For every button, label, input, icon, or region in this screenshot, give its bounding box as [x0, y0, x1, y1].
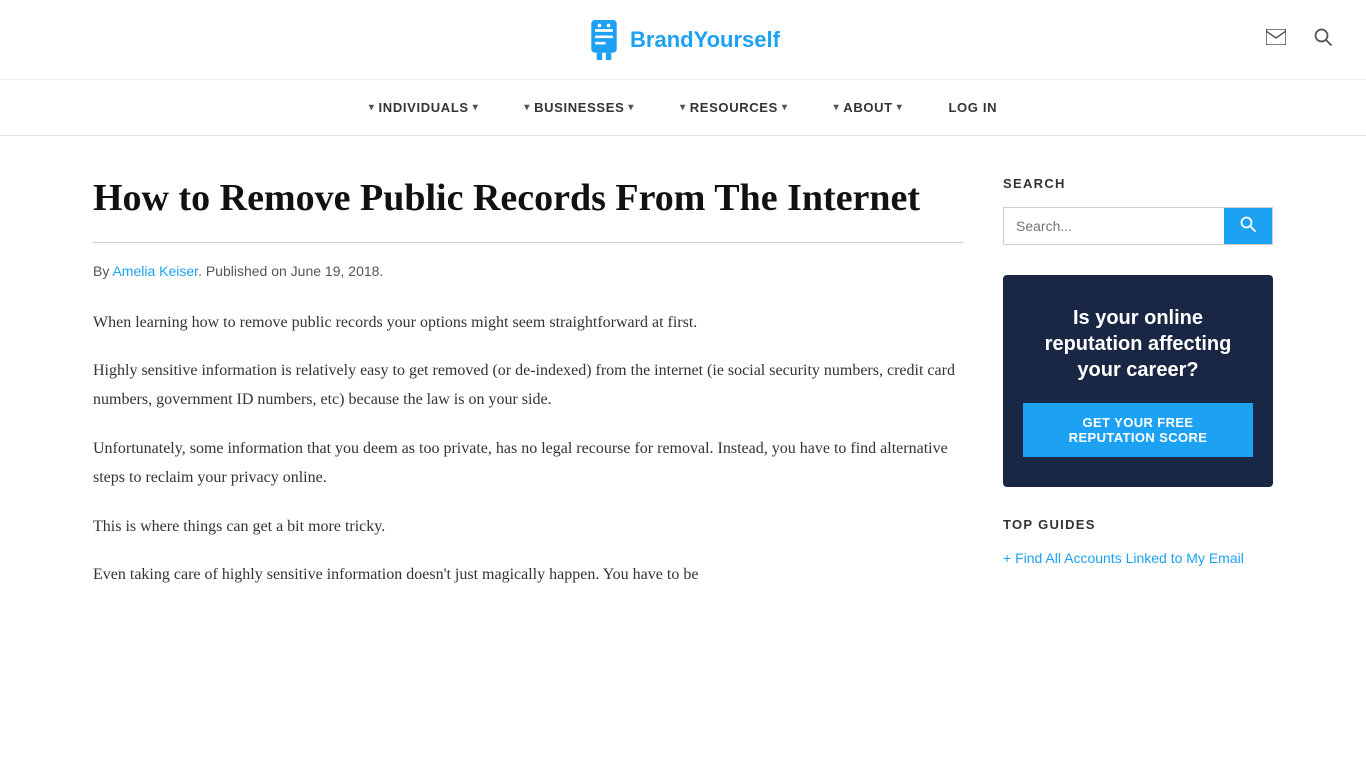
chevron-right-icon-2: ▾: [628, 102, 634, 113]
header-icons: [1262, 24, 1336, 55]
nav-item-resources[interactable]: ▾ RESOURCES ▾: [662, 92, 806, 123]
search-button-icon: [1240, 216, 1256, 232]
chevron-icon-2: ▾: [524, 102, 530, 113]
ad-banner-text: Is your online reputation affecting your…: [1023, 305, 1253, 383]
article-divider: [93, 242, 963, 243]
paragraph-4: This is where things can get a bit more …: [93, 513, 963, 542]
chevron-icon: ▾: [369, 102, 375, 113]
paragraph-3: Unfortunately, some information that you…: [93, 435, 963, 493]
nav-item-businesses[interactable]: ▾ BUSINESSES ▾: [506, 92, 652, 123]
paragraph-2: Highly sensitive information is relative…: [93, 357, 963, 415]
ad-banner: Is your online reputation affecting your…: [1003, 275, 1273, 487]
chevron-icon-4: ▾: [834, 102, 840, 113]
page-wrapper: How to Remove Public Records From The In…: [33, 136, 1333, 650]
nav-label-businesses: BUSINESSES: [534, 100, 624, 115]
paragraph-1: When learning how to remove public recor…: [93, 309, 963, 338]
nav-item-login[interactable]: LOG IN: [930, 92, 1015, 123]
article-body: When learning how to remove public recor…: [93, 309, 963, 591]
nav-label-individuals: INDIVIDUALS: [379, 100, 469, 115]
search-box: [1003, 207, 1273, 245]
logo-text: BrandYourself: [630, 27, 780, 53]
meta-by: By: [93, 263, 112, 279]
nav-label-login: LOG IN: [948, 100, 997, 115]
chevron-icon-3: ▾: [680, 102, 686, 113]
top-guides-link-1[interactable]: Find All Accounts Linked to My Email: [1003, 548, 1273, 569]
main-nav: ▾ INDIVIDUALS ▾ ▾ BUSINESSES ▾ ▾ RESOURC…: [0, 80, 1366, 136]
article-title: How to Remove Public Records From The In…: [93, 176, 963, 222]
logo-link[interactable]: BrandYourself: [586, 20, 780, 60]
search-icon-button[interactable]: [1310, 24, 1336, 55]
search-input[interactable]: [1004, 208, 1224, 244]
search-section-title: SEARCH: [1003, 176, 1273, 191]
ad-banner-button[interactable]: GET YOUR FREE REPUTATION SCORE: [1023, 403, 1253, 457]
author-link[interactable]: Amelia Keiser: [112, 263, 198, 279]
chevron-right-icon-3: ▾: [782, 102, 788, 113]
email-icon-button[interactable]: [1262, 25, 1290, 54]
nav-item-individuals[interactable]: ▾ INDIVIDUALS ▾: [351, 92, 497, 123]
sidebar: SEARCH Is your online reputation affecti…: [1003, 176, 1273, 610]
nav-label-about: ABOUT: [843, 100, 892, 115]
search-button[interactable]: [1224, 208, 1272, 244]
paragraph-5: Even taking care of highly sensitive inf…: [93, 561, 963, 590]
main-content: How to Remove Public Records From The In…: [93, 176, 963, 610]
site-header: BrandYourself: [0, 0, 1366, 80]
article-meta: By Amelia Keiser. Published on June 19, …: [93, 263, 963, 279]
meta-suffix: . Published on June 19, 2018.: [198, 263, 383, 279]
chevron-right-icon-4: ▾: [897, 102, 903, 113]
nav-item-about[interactable]: ▾ ABOUT ▾: [816, 92, 921, 123]
chevron-right-icon: ▾: [473, 102, 479, 113]
top-guides-title: TOP GUIDES: [1003, 517, 1273, 532]
logo-icon: [586, 20, 622, 60]
nav-label-resources: RESOURCES: [690, 100, 778, 115]
